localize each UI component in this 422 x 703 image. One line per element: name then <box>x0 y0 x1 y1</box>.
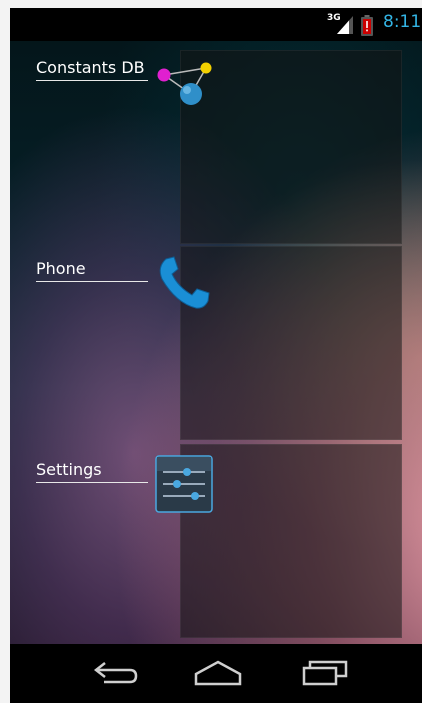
shortcut-label-settings: Settings <box>36 460 148 483</box>
recent-apps-icon[interactable] <box>300 658 350 688</box>
navigation-bar <box>10 644 422 703</box>
signal-icon <box>337 16 353 34</box>
back-icon[interactable] <box>90 658 140 688</box>
widget-panel-3 <box>180 444 402 638</box>
molecule-icon <box>157 62 212 105</box>
phone-icon <box>159 256 210 309</box>
shortcut-label-constants-db: Constants DB <box>36 58 148 81</box>
clock: 8:11 <box>383 12 422 32</box>
device-screen: 3G 8:11 Constants DB Phone Settings <box>10 8 422 703</box>
battery-icon <box>361 15 373 36</box>
shortcut-label-phone: Phone <box>36 259 148 282</box>
settings-sliders-icon <box>155 455 213 513</box>
home-icon[interactable] <box>193 658 243 688</box>
status-bar: 3G 8:11 <box>10 8 422 41</box>
